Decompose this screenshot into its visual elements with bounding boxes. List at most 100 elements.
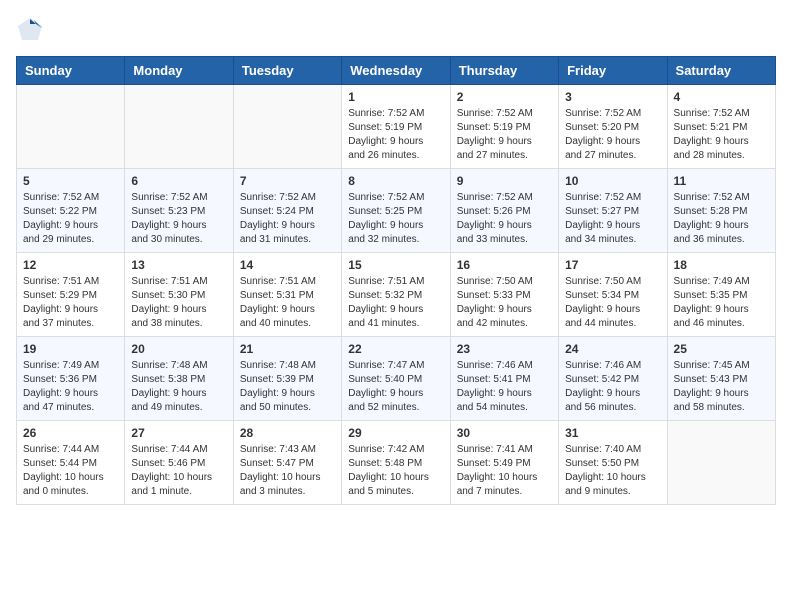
calendar-cell: 31 Sunrise: 7:40 AM Sunset: 5:50 PM Dayli… [559,421,667,505]
calendar-cell [125,85,233,169]
calendar-cell: 3 Sunrise: 7:52 AM Sunset: 5:20 PM Daylig… [559,85,667,169]
day-number: 25 [674,342,769,356]
day-number: 11 [674,174,769,188]
calendar-cell: 11 Sunrise: 7:52 AM Sunset: 5:28 PM Dayli… [667,169,775,253]
day-number: 3 [565,90,660,104]
day-number: 1 [348,90,443,104]
day-info: Sunrise: 7:51 AM Sunset: 5:32 PM Dayligh… [348,275,443,331]
day-number: 4 [674,90,769,104]
day-number: 29 [348,426,443,440]
calendar-cell: 15 Sunrise: 7:51 AM Sunset: 5:32 PM Dayli… [342,253,450,337]
day-info: Sunrise: 7:52 AM Sunset: 5:19 PM Dayligh… [348,107,443,163]
day-number: 15 [348,258,443,272]
day-info: Sunrise: 7:51 AM Sunset: 5:30 PM Dayligh… [131,275,226,331]
calendar-cell: 25Sunrise: 7:45 AM Sunset: 5:43 PM Dayli… [667,337,775,421]
calendar-cell: 12 Sunrise: 7:51 AM Sunset: 5:29 PM Dayli… [17,253,125,337]
calendar-cell: 2 Sunrise: 7:52 AM Sunset: 5:19 PM Daylig… [450,85,558,169]
calendar-cell: 1 Sunrise: 7:52 AM Sunset: 5:19 PM Daylig… [342,85,450,169]
day-info: Sunrise: 7:51 AM Sunset: 5:31 PM Dayligh… [240,275,335,331]
day-number: 30 [457,426,552,440]
day-number: 27 [131,426,226,440]
calendar-cell: 29 Sunrise: 7:42 AM Sunset: 5:48 PM Dayli… [342,421,450,505]
day-number: 17 [565,258,660,272]
calendar-week-row: 1 Sunrise: 7:52 AM Sunset: 5:19 PM Daylig… [17,85,776,169]
calendar-cell [667,421,775,505]
day-number: 21 [240,342,335,356]
day-number: 16 [457,258,552,272]
day-info: Sunrise: 7:52 AM Sunset: 5:27 PM Dayligh… [565,191,660,247]
calendar-cell: 24 Sunrise: 7:46 AM Sunset: 5:42 PM Dayli… [559,337,667,421]
calendar-week-row: 5Sunrise: 7:52 AM Sunset: 5:22 PM Daylig… [17,169,776,253]
day-info: Sunrise: 7:46 AM Sunset: 5:42 PM Dayligh… [565,359,660,415]
day-info: Sunrise: 7:43 AM Sunset: 5:47 PM Dayligh… [240,443,335,499]
day-info: Sunrise: 7:52 AM Sunset: 5:19 PM Dayligh… [457,107,552,163]
day-info: Sunrise: 7:46 AM Sunset: 5:41 PM Dayligh… [457,359,552,415]
day-info: Sunrise: 7:48 AM Sunset: 5:38 PM Dayligh… [131,359,226,415]
day-number: 26 [23,426,118,440]
calendar-cell: 10Sunrise: 7:52 AM Sunset: 5:27 PM Dayli… [559,169,667,253]
calendar-cell: 23 Sunrise: 7:46 AM Sunset: 5:41 PM Dayli… [450,337,558,421]
day-info: Sunrise: 7:52 AM Sunset: 5:20 PM Dayligh… [565,107,660,163]
calendar-cell: 5Sunrise: 7:52 AM Sunset: 5:22 PM Daylig… [17,169,125,253]
calendar-day-header: Sunday [17,57,125,85]
calendar-cell: 26 Sunrise: 7:44 AM Sunset: 5:44 PM Dayli… [17,421,125,505]
calendar-day-header: Monday [125,57,233,85]
calendar-cell: 17Sunrise: 7:50 AM Sunset: 5:34 PM Dayli… [559,253,667,337]
day-info: Sunrise: 7:52 AM Sunset: 5:24 PM Dayligh… [240,191,335,247]
day-number: 8 [348,174,443,188]
page-header [16,16,776,44]
day-info: Sunrise: 7:52 AM Sunset: 5:28 PM Dayligh… [674,191,769,247]
day-number: 5 [23,174,118,188]
day-info: Sunrise: 7:41 AM Sunset: 5:49 PM Dayligh… [457,443,552,499]
calendar-cell: 13 Sunrise: 7:51 AM Sunset: 5:30 PM Dayli… [125,253,233,337]
calendar-week-row: 19Sunrise: 7:49 AM Sunset: 5:36 PM Dayli… [17,337,776,421]
day-number: 31 [565,426,660,440]
day-info: Sunrise: 7:52 AM Sunset: 5:21 PM Dayligh… [674,107,769,163]
calendar-cell: 6 Sunrise: 7:52 AM Sunset: 5:23 PM Daylig… [125,169,233,253]
calendar-day-header: Thursday [450,57,558,85]
calendar-cell: 14 Sunrise: 7:51 AM Sunset: 5:31 PM Dayli… [233,253,341,337]
day-number: 14 [240,258,335,272]
day-info: Sunrise: 7:52 AM Sunset: 5:25 PM Dayligh… [348,191,443,247]
day-number: 7 [240,174,335,188]
day-info: Sunrise: 7:50 AM Sunset: 5:33 PM Dayligh… [457,275,552,331]
day-number: 13 [131,258,226,272]
day-info: Sunrise: 7:42 AM Sunset: 5:48 PM Dayligh… [348,443,443,499]
day-info: Sunrise: 7:44 AM Sunset: 5:44 PM Dayligh… [23,443,118,499]
day-number: 24 [565,342,660,356]
day-info: Sunrise: 7:40 AM Sunset: 5:50 PM Dayligh… [565,443,660,499]
day-info: Sunrise: 7:52 AM Sunset: 5:23 PM Dayligh… [131,191,226,247]
day-number: 9 [457,174,552,188]
calendar-cell: 21 Sunrise: 7:48 AM Sunset: 5:39 PM Dayli… [233,337,341,421]
calendar-table: SundayMondayTuesdayWednesdayThursdayFrid… [16,56,776,505]
day-number: 12 [23,258,118,272]
day-info: Sunrise: 7:44 AM Sunset: 5:46 PM Dayligh… [131,443,226,499]
calendar-cell [17,85,125,169]
day-number: 20 [131,342,226,356]
calendar-cell: 4 Sunrise: 7:52 AM Sunset: 5:21 PM Daylig… [667,85,775,169]
calendar-cell: 8 Sunrise: 7:52 AM Sunset: 5:25 PM Daylig… [342,169,450,253]
day-number: 6 [131,174,226,188]
calendar-day-header: Tuesday [233,57,341,85]
day-info: Sunrise: 7:49 AM Sunset: 5:36 PM Dayligh… [23,359,118,415]
day-info: Sunrise: 7:48 AM Sunset: 5:39 PM Dayligh… [240,359,335,415]
day-info: Sunrise: 7:51 AM Sunset: 5:29 PM Dayligh… [23,275,118,331]
calendar-week-row: 26 Sunrise: 7:44 AM Sunset: 5:44 PM Dayli… [17,421,776,505]
calendar-cell: 30 Sunrise: 7:41 AM Sunset: 5:49 PM Dayli… [450,421,558,505]
calendar-cell: 18Sunrise: 7:49 AM Sunset: 5:35 PM Dayli… [667,253,775,337]
day-number: 18 [674,258,769,272]
day-info: Sunrise: 7:47 AM Sunset: 5:40 PM Dayligh… [348,359,443,415]
calendar-cell: 16 Sunrise: 7:50 AM Sunset: 5:33 PM Dayli… [450,253,558,337]
calendar-cell [233,85,341,169]
calendar-week-row: 12 Sunrise: 7:51 AM Sunset: 5:29 PM Dayli… [17,253,776,337]
calendar-cell: 27 Sunrise: 7:44 AM Sunset: 5:46 PM Dayli… [125,421,233,505]
calendar-day-header: Friday [559,57,667,85]
day-number: 2 [457,90,552,104]
day-number: 23 [457,342,552,356]
day-number: 28 [240,426,335,440]
calendar-cell: 19Sunrise: 7:49 AM Sunset: 5:36 PM Dayli… [17,337,125,421]
calendar-header-row: SundayMondayTuesdayWednesdayThursdayFrid… [17,57,776,85]
calendar-cell: 9Sunrise: 7:52 AM Sunset: 5:26 PM Daylig… [450,169,558,253]
calendar-day-header: Wednesday [342,57,450,85]
calendar-cell: 7 Sunrise: 7:52 AM Sunset: 5:24 PM Daylig… [233,169,341,253]
